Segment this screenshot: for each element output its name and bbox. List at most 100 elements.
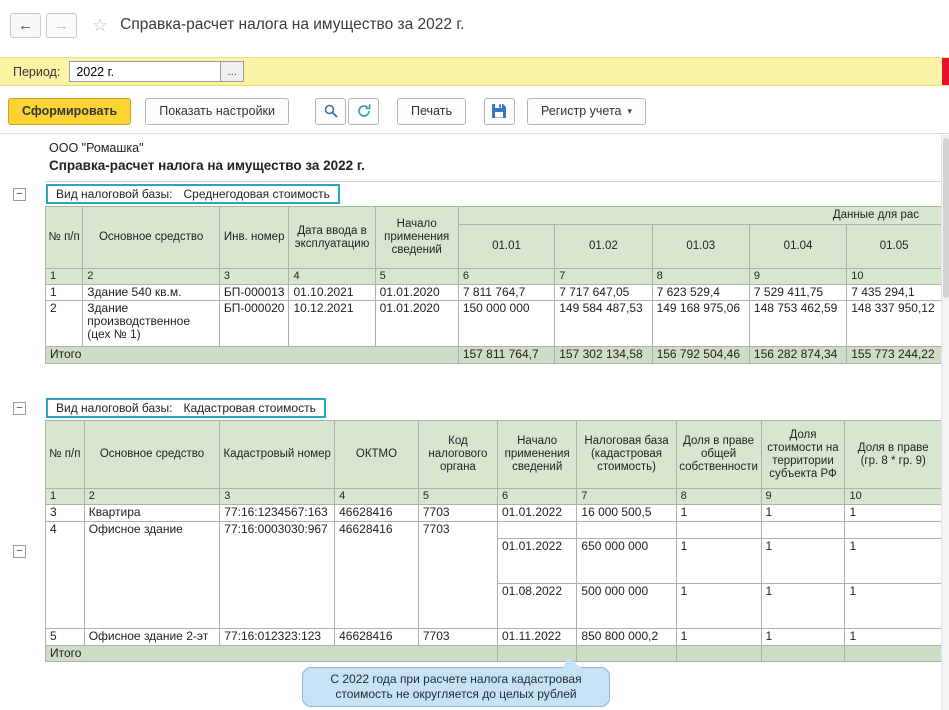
table-cell: 1 [845,539,942,584]
forward-button[interactable]: → [46,13,77,38]
print-button-label: Печать [411,104,452,118]
table-cell: 7 811 764,7 [458,285,554,301]
table-cell: 77:16:0003030:967 [220,522,335,629]
table-cell [676,522,761,539]
avg-value-table: № п/п Основное средство Инв. номер Дата … [45,206,942,364]
table-cell: 4 [335,489,419,505]
column-header: Основное средство [84,421,220,489]
show-settings-label: Показать настройки [159,104,275,118]
vertical-scrollbar[interactable] [941,135,949,710]
table-cell: 5 [375,269,458,285]
table-cell: 1 [46,489,85,505]
table-cell: 4 [289,269,375,285]
column-numbers-row: 1 2 3 4 5 6 7 8 9 10 [46,269,942,285]
column-header: Начало применения сведений [497,421,576,489]
section-1-base-type[interactable]: Вид налоговой базы: Среднегодовая стоимо… [46,184,340,204]
window-header: ← → ☆ Справка-расчет налога на имущество… [0,0,949,50]
table-cell: 01.01.2020 [375,301,458,347]
table-cell: 7 [555,269,652,285]
collapse-icon: − [16,402,22,414]
table-cell: 157 811 764,7 [458,347,554,364]
table-cell: 1 [676,584,761,629]
search-button[interactable] [315,98,346,125]
refresh-button[interactable] [348,98,379,125]
column-header: № п/п [46,207,83,269]
total-label-cell: Итого [46,347,459,364]
table-cell: 01.11.2022 [497,629,576,646]
total-row: Итого 157 811 764,7 157 302 134,58 156 7… [46,347,942,364]
collapse-group-2-button[interactable]: − [13,402,26,415]
table-cell: 7 529 411,75 [749,285,846,301]
back-button[interactable]: ← [10,13,41,38]
table-cell: 9 [749,269,846,285]
table-cell: 46628416 [335,505,419,522]
table-cell: 01.01.2022 [497,539,576,584]
column-header: Доля стоимости на территории субъекта РФ [761,421,845,489]
table-cell: 6 [497,489,576,505]
register-dropdown-button[interactable]: Регистр учета ▾ [527,98,646,125]
table-cell: 500 000 000 [577,584,676,629]
table-cell: 1 [676,539,761,584]
table-cell: 650 000 000 [577,539,676,584]
table-cell [676,646,761,662]
table-cell: 1 [676,629,761,646]
collapse-icon: − [16,188,22,200]
period-picker-button[interactable]: ... [221,61,244,82]
tooltip-tail [563,657,583,669]
table-cell: 01.10.2021 [289,285,375,301]
table-cell: 77:16:1234567:163 [220,505,335,522]
table-cell: 3 [219,269,289,285]
save-button[interactable] [484,98,515,125]
organization-name: ООО "Ромашка" [49,141,144,155]
report-toolbar: Сформировать Показать настройки Печать [0,95,949,127]
table-cell: Офисное здание 2-эт [84,629,220,646]
collapse-group-1-button[interactable]: − [13,188,26,201]
table-row: 1 Здание 540 кв.м. БП-000013 01.10.2021 … [46,285,942,301]
table-cell: 5 [46,629,85,646]
back-arrow-icon: ← [18,17,33,34]
table-cell: 156 282 874,34 [749,347,846,364]
period-input-wrap: ... [69,61,244,82]
generate-button[interactable]: Сформировать [8,98,131,125]
table-row: 4 Офисное здание 77:16:0003030:967 46628… [46,522,942,539]
info-tooltip: С 2022 года при расчете налога кадастров… [302,667,610,707]
print-button[interactable]: Печать [397,98,466,125]
save-floppy-icon [491,103,507,119]
table-cell: 46628416 [335,629,419,646]
table-cell: 16 000 500,5 [577,505,676,522]
report-title: Справка-расчет налога на имущество за 20… [49,158,365,173]
table-cell: 5 [418,489,497,505]
title-divider [45,181,940,182]
base-type-value: Кадастровая стоимость [184,401,316,415]
table-cell: 2 [46,301,83,347]
section-2-base-type[interactable]: Вид налоговой базы: Кадастровая стоимост… [46,398,326,418]
table-cell: 46628416 [335,522,419,629]
column-header: Код налогового органа [418,421,497,489]
table-cell: 1 [46,269,83,285]
table-cell: 01.01.2022 [497,505,576,522]
total-row: Итого [46,646,942,662]
table-cell: 8 [676,489,761,505]
column-header: 01.02 [555,225,652,269]
period-bar-edge [942,58,949,85]
table-cell: 7703 [418,505,497,522]
toolbar-separator [0,133,949,134]
table-cell: 7 435 294,1 [847,285,942,301]
favorite-star-icon[interactable]: ☆ [92,15,108,36]
show-settings-button[interactable]: Показать настройки [145,98,289,125]
collapse-row-group-button[interactable]: − [13,545,26,558]
table-cell: 850 800 000,2 [577,629,676,646]
table-cell: 2 [84,489,220,505]
search-icon [323,103,339,119]
table-cell: 149 584 487,53 [555,301,652,347]
table-cell: 6 [458,269,554,285]
period-bar: Период: ... [0,57,949,86]
table-cell [577,522,676,539]
table-cell [761,646,845,662]
scrollbar-thumb[interactable] [943,138,949,298]
table-row: 2 Здание производственное (цех № 1) БП-0… [46,301,942,347]
period-input[interactable] [69,61,221,82]
column-header: Доля в праве (гр. 8 * гр. 9) [845,421,942,489]
generate-button-label: Сформировать [22,104,117,118]
table-cell: 1 [845,629,942,646]
